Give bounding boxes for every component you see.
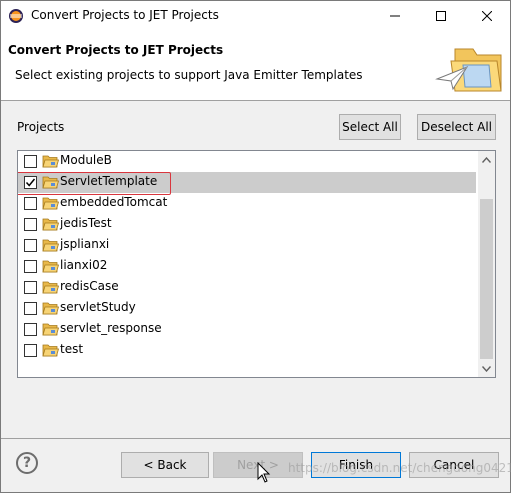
project-label: jedisTest [60,216,112,230]
project-checkbox[interactable] [24,302,37,315]
project-folder-icon [42,155,59,168]
header-description: Select existing projects to support Java… [15,68,363,82]
projects-label: Projects [17,120,65,134]
project-row[interactable]: servletStudy [18,298,476,319]
project-row[interactable]: test [18,340,476,361]
project-label: servlet_response [60,321,162,335]
project-row[interactable]: ServletTemplate [18,172,476,193]
chevron-up-icon [482,156,491,163]
dialog-window: Convert Projects to JET Projects Convert… [0,0,511,493]
scroll-up-button[interactable] [478,151,495,168]
scroll-thumb[interactable] [480,199,493,359]
mouse-cursor-icon [257,462,271,483]
minimize-button[interactable] [372,1,418,31]
project-folder-icon [42,302,59,315]
project-label: lianxi02 [60,258,108,272]
finish-button[interactable]: Finish [311,452,401,478]
project-rows: ModuleB ServletTemplate embeddedTomcat jedi… [18,151,476,361]
project-row[interactable]: jsplianxi [18,235,476,256]
project-checkbox[interactable] [24,155,37,168]
help-icon[interactable]: ? [16,452,38,474]
project-row[interactable]: ModuleB [18,151,476,172]
project-folder-icon [42,260,59,273]
project-checkbox[interactable] [24,197,37,210]
maximize-button[interactable] [418,1,464,31]
deselect-all-button[interactable]: Deselect All [417,114,496,140]
project-checkbox[interactable] [24,281,37,294]
title-bar[interactable]: Convert Projects to JET Projects [1,1,510,31]
checkmark-icon [25,178,36,187]
close-icon [482,11,492,21]
project-folder-icon [42,176,59,189]
footer-separator [1,438,510,439]
project-row[interactable]: redisCase [18,277,476,298]
close-button[interactable] [464,1,510,31]
project-folder-icon [42,344,59,357]
cancel-button[interactable]: Cancel [409,452,499,478]
project-folder-icon [42,197,59,210]
project-label: redisCase [60,279,119,293]
project-label: embeddedTomcat [60,195,168,209]
project-label: servletStudy [60,300,136,314]
project-label: jsplianxi [60,237,110,251]
maximize-icon [436,11,446,21]
vertical-scrollbar[interactable] [478,151,495,377]
project-checkbox[interactable] [24,260,37,273]
chevron-down-icon [482,365,491,372]
project-row[interactable]: embeddedTomcat [18,193,476,214]
select-all-button[interactable]: Select All [339,114,401,140]
project-checkbox[interactable] [24,218,37,231]
project-row[interactable]: servlet_response [18,319,476,340]
project-folder-icon [42,239,59,252]
window-title: Convert Projects to JET Projects [31,8,219,22]
back-button[interactable]: < Back [121,452,209,478]
project-checkbox[interactable] [24,323,37,336]
minimize-icon [390,15,400,17]
project-label: ModuleB [60,153,112,167]
project-checkbox[interactable] [24,239,37,252]
project-folder-icon [42,218,59,231]
project-checkbox[interactable] [24,176,37,189]
scroll-down-button[interactable] [478,360,495,377]
project-folder-icon [42,281,59,294]
wizard-header: Convert Projects to JET Projects Select … [1,31,510,101]
project-label: test [60,342,84,356]
projects-list[interactable]: ModuleB ServletTemplate embeddedTomcat jedi… [17,150,496,378]
folder-paper-plane-icon [435,48,502,92]
eclipse-icon [9,9,23,23]
project-row[interactable]: jedisTest [18,214,476,235]
header-title: Convert Projects to JET Projects [8,43,224,57]
project-row[interactable]: lianxi02 [18,256,476,277]
project-label: ServletTemplate [60,174,158,188]
project-folder-icon [42,323,59,336]
project-checkbox[interactable] [24,344,37,357]
